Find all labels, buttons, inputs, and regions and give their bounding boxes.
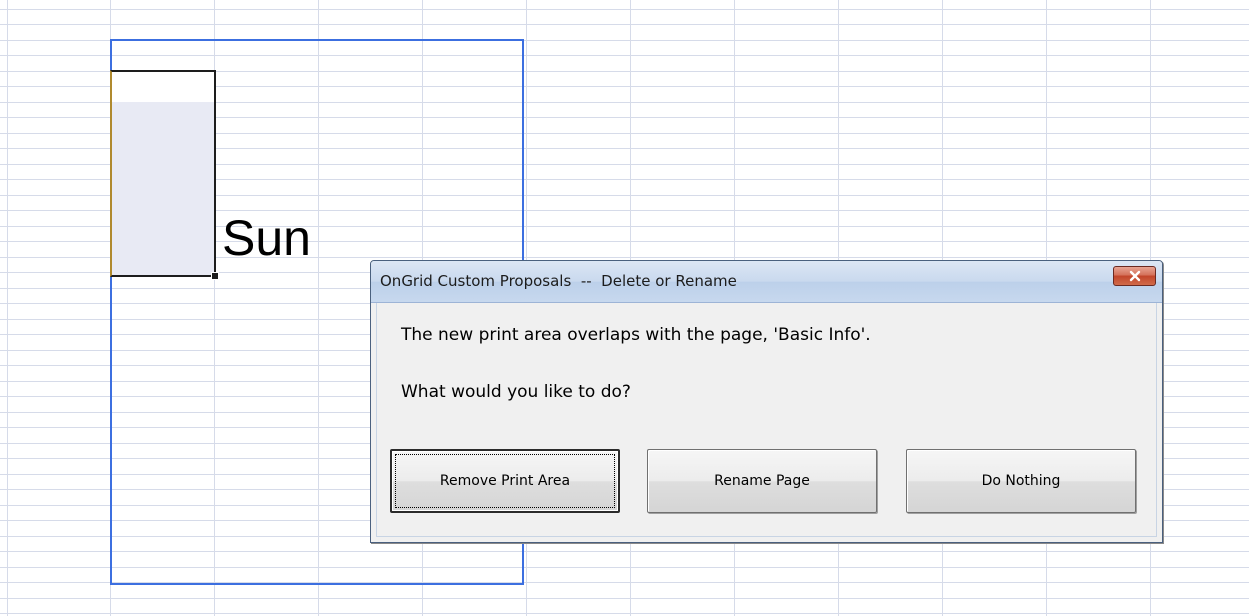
dialog-message: The new print area overlaps with the pag… — [401, 325, 871, 345]
grid-row-line — [0, 24, 1249, 25]
focus-ring — [395, 454, 615, 508]
dialog-title: OnGrid Custom Proposals -- Delete or Ren… — [380, 272, 737, 290]
dialog-body: The new print area overlaps with the pag… — [376, 303, 1157, 537]
grid-row-line — [0, 9, 1249, 10]
fill-handle[interactable] — [211, 272, 219, 280]
close-button[interactable] — [1113, 266, 1156, 286]
rename-page-label: Rename Page — [714, 473, 810, 489]
cell-text-sun[interactable]: Sun — [222, 204, 311, 272]
dialog-question: What would you like to do? — [401, 382, 631, 402]
do-nothing-label: Do Nothing — [981, 473, 1061, 489]
delete-or-rename-dialog: OnGrid Custom Proposals -- Delete or Ren… — [370, 260, 1163, 543]
rename-page-button[interactable]: Rename Page — [647, 449, 877, 513]
grid-row-line — [0, 613, 1249, 614]
close-icon — [1129, 270, 1140, 282]
dialog-title-bar[interactable]: OnGrid Custom Proposals -- Delete or Ren… — [371, 261, 1162, 303]
do-nothing-button[interactable]: Do Nothing — [906, 449, 1136, 513]
remove-print-area-button[interactable]: Remove Print Area — [390, 449, 620, 513]
grid-column-line — [7, 0, 8, 616]
selected-cell-range[interactable] — [110, 70, 216, 277]
grid-row-line — [0, 598, 1249, 599]
